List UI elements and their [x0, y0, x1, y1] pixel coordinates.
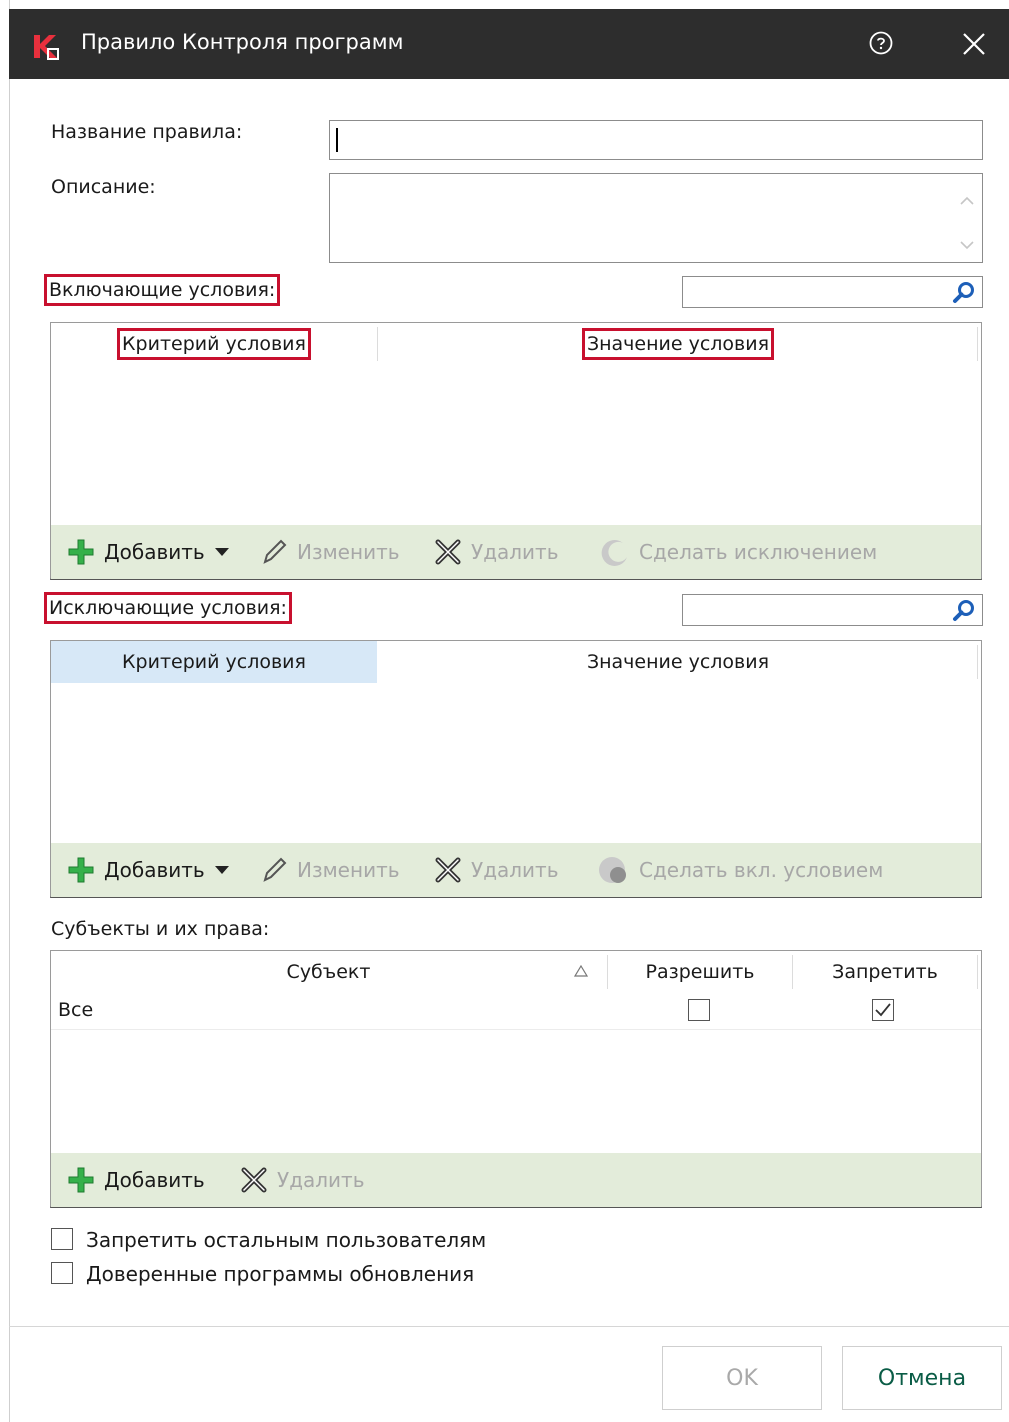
subjects-col-deny[interactable]: Запретить [793, 951, 977, 993]
description-label: Описание: [51, 176, 156, 198]
include-col-criterion-label: Критерий условия [117, 328, 311, 360]
include-edit-button[interactable]: Изменить [259, 525, 400, 579]
plus-icon [68, 1167, 94, 1193]
include-conditions-label: Включающие условия: [44, 274, 281, 306]
close-icon[interactable] [961, 31, 987, 57]
deny-others-checkbox[interactable] [51, 1228, 73, 1250]
table-row[interactable]: Все [51, 993, 981, 1030]
column-separator [977, 645, 978, 679]
allow-checkbox[interactable] [688, 999, 710, 1021]
include-delete-button[interactable]: Удалить [433, 525, 559, 579]
make-exception-label: Сделать исключением [639, 540, 878, 564]
subjects-col-allow-label: Разрешить [645, 961, 755, 983]
text-caret [336, 128, 338, 152]
delete-x-icon [435, 857, 461, 883]
subject-name: Все [58, 999, 94, 1021]
footer-divider [9, 1326, 1009, 1327]
subjects-table[interactable]: Субъект Разрешить Запретить Все Добавить [50, 950, 982, 1208]
subjects-col-subject[interactable]: Субъект [51, 951, 606, 993]
cancel-button[interactable]: Отмена [842, 1346, 1002, 1410]
make-include-condition-button[interactable]: Сделать вкл. условием [597, 843, 883, 897]
exclude-add-label: Добавить [104, 858, 205, 882]
include-toolbar: Добавить Изменить Удалить Сделать исключ… [51, 525, 981, 579]
include-search-input[interactable] [682, 276, 983, 308]
exclude-conditions-label: Исключающие условия: [44, 592, 292, 624]
make-include-condition-label: Сделать вкл. условием [639, 858, 884, 882]
exclude-delete-button[interactable]: Удалить [433, 843, 559, 897]
description-textarea[interactable] [329, 173, 983, 263]
exclude-edit-button[interactable]: Изменить [259, 843, 400, 897]
subjects-label: Субъекты и их права: [51, 918, 270, 940]
plus-icon [68, 539, 94, 565]
include-col-value-label: Значение условия [581, 328, 775, 360]
include-delete-label: Удалить [471, 540, 559, 564]
exclude-col-criterion-label: Критерий условия [122, 651, 306, 673]
delete-x-icon [241, 1167, 267, 1193]
subjects-col-deny-label: Запретить [832, 961, 938, 983]
include-edit-label: Изменить [297, 540, 400, 564]
pencil-icon [263, 539, 287, 564]
exclude-delete-label: Удалить [471, 858, 559, 882]
chevron-down-icon[interactable] [214, 865, 229, 875]
column-separator [977, 327, 978, 361]
delete-x-icon [435, 539, 461, 565]
include-col-value[interactable]: Значение условия [378, 323, 978, 365]
make-include-condition-icon [599, 857, 626, 883]
exclude-edit-label: Изменить [297, 858, 400, 882]
exclude-conditions-table[interactable]: Критерий условия Значение условия Добави… [50, 640, 982, 898]
column-separator [977, 955, 978, 989]
subjects-col-subject-label: Субъект [286, 961, 371, 983]
make-exception-button[interactable]: Сделать исключением [597, 525, 877, 579]
include-col-criterion[interactable]: Критерий условия [51, 323, 377, 365]
include-conditions-table[interactable]: Критерий условия Значение условия Добави… [50, 322, 982, 580]
plus-icon [68, 857, 94, 883]
ok-button[interactable]: OK [662, 1346, 822, 1410]
subjects-add-label: Добавить [104, 1168, 205, 1192]
exclude-col-value[interactable]: Значение условия [378, 641, 978, 683]
window-title: Правило Контроля программ [81, 30, 404, 54]
exclude-col-criterion[interactable]: Критерий условия [51, 641, 377, 683]
exclude-toolbar: Добавить Изменить Удалить Сделать вкл. у… [51, 843, 981, 897]
kaspersky-logo-icon [31, 31, 61, 61]
window-left-edge [0, 0, 10, 1422]
exclude-col-value-label: Значение условия [586, 651, 770, 673]
subjects-delete-label: Удалить [277, 1168, 365, 1192]
exclude-search-input[interactable] [682, 594, 983, 626]
subjects-col-allow[interactable]: Разрешить [608, 951, 792, 993]
subjects-toolbar: Добавить Удалить [51, 1153, 981, 1207]
chevron-down-icon[interactable] [214, 547, 229, 557]
trusted-updaters-checkbox[interactable] [51, 1262, 73, 1284]
subjects-delete-button[interactable]: Удалить [239, 1153, 365, 1207]
subjects-add-button[interactable]: Добавить [66, 1153, 205, 1207]
checkmark-icon [875, 1003, 891, 1017]
rule-name-input[interactable] [329, 120, 983, 160]
search-icon[interactable] [951, 280, 977, 306]
title-bar: Правило Контроля программ [9, 9, 1009, 79]
include-add-button[interactable]: Добавить [66, 525, 237, 579]
deny-checkbox[interactable] [872, 999, 894, 1021]
trusted-updaters-label[interactable]: Доверенные программы обновления [86, 1262, 474, 1286]
description-scrollbar[interactable] [956, 178, 978, 258]
include-add-label: Добавить [104, 540, 205, 564]
search-icon[interactable] [951, 598, 977, 624]
exclude-add-button[interactable]: Добавить [66, 843, 237, 897]
make-exception-icon [601, 539, 627, 566]
deny-others-label[interactable]: Запретить остальным пользователям [86, 1228, 486, 1252]
rule-name-label: Название правила: [51, 121, 243, 143]
pencil-icon [263, 857, 287, 882]
help-icon[interactable] [869, 31, 893, 55]
sort-ascending-icon[interactable] [574, 965, 588, 977]
